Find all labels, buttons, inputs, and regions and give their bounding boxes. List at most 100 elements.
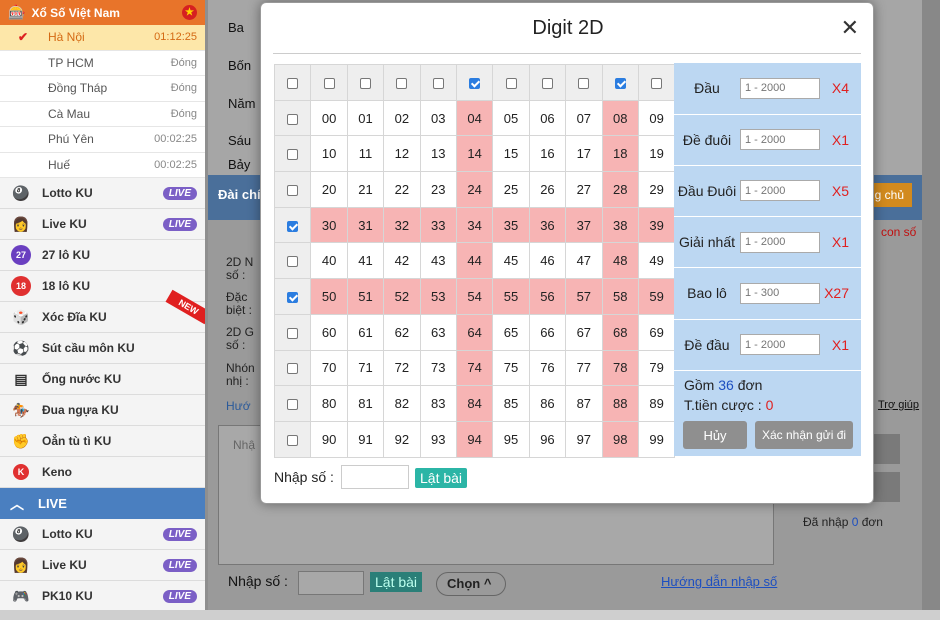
number-cell[interactable]: 50 — [310, 278, 348, 315]
sidebar-game-item[interactable]: 27 27 lô KU — [0, 240, 205, 271]
column-checkbox[interactable] — [323, 77, 335, 89]
row-checkbox-cell[interactable] — [273, 278, 312, 315]
bet-amount-input[interactable] — [740, 334, 820, 356]
number-cell[interactable]: 58 — [601, 278, 639, 315]
number-cell[interactable]: 48 — [601, 242, 639, 280]
sidebar-game-item[interactable]: 👩 Live KU LIVE — [0, 550, 205, 581]
number-cell[interactable]: 92 — [383, 420, 421, 458]
number-cell[interactable]: 47 — [565, 242, 603, 280]
number-cell[interactable]: 82 — [383, 385, 421, 422]
number-cell[interactable]: 70 — [310, 349, 348, 387]
column-checkbox-cell[interactable] — [455, 64, 494, 101]
column-checkbox-cell[interactable] — [601, 64, 639, 101]
sidebar-game-item[interactable]: 🏇 Đua ngựa KU — [0, 395, 205, 426]
region-item[interactable]: Đồng Tháp Đóng — [0, 76, 205, 102]
column-checkbox-cell[interactable] — [637, 64, 676, 101]
number-cell[interactable]: 93 — [419, 420, 457, 458]
number-cell[interactable]: 59 — [637, 278, 676, 315]
number-cell[interactable]: 15 — [492, 135, 530, 173]
main-flip-button[interactable]: Lật bài — [370, 572, 423, 592]
row-checkbox-cell[interactable] — [273, 313, 312, 351]
region-item[interactable]: Huế 00:02:25 — [0, 152, 205, 178]
column-checkbox-cell[interactable] — [383, 64, 421, 101]
choose-button[interactable]: Chọn ^ — [436, 572, 506, 596]
row-checkbox-cell[interactable] — [273, 171, 312, 208]
close-icon[interactable]: ✕ — [841, 15, 859, 41]
sidebar-game-item[interactable]: 🎲 Xóc Đĩa KU NEW — [0, 289, 205, 333]
sidebar-game-item[interactable]: 👩 Live KU LIVE — [0, 209, 205, 240]
number-cell[interactable]: 89 — [637, 385, 676, 422]
number-cell[interactable]: 12 — [383, 135, 421, 173]
number-cell[interactable]: 23 — [419, 171, 457, 208]
number-cell[interactable]: 56 — [528, 278, 567, 315]
number-cell[interactable]: 41 — [346, 242, 385, 280]
number-cell[interactable]: 87 — [565, 385, 603, 422]
region-item[interactable]: Cà Mau Đóng — [0, 101, 205, 127]
number-cell[interactable]: 39 — [637, 206, 676, 244]
row-checkbox-cell[interactable] — [273, 385, 312, 422]
bet-amount-input[interactable] — [740, 77, 820, 99]
number-cell[interactable]: 05 — [492, 99, 530, 137]
live-section-header[interactable]: ︿ LIVE — [0, 488, 205, 519]
number-cell[interactable]: 06 — [528, 99, 567, 137]
number-cell[interactable]: 51 — [346, 278, 385, 315]
dialog-flip-button[interactable]: Lật bài — [415, 468, 468, 488]
number-cell[interactable]: 08 — [601, 99, 639, 137]
column-checkbox-cell[interactable] — [273, 64, 312, 101]
row-checkbox[interactable] — [287, 327, 299, 339]
column-checkbox-cell[interactable] — [310, 64, 348, 101]
bet-amount-input[interactable] — [740, 180, 820, 202]
row-checkbox[interactable] — [287, 363, 299, 375]
number-cell[interactable]: 44 — [455, 242, 494, 280]
row-checkbox-cell[interactable] — [273, 135, 312, 173]
row-checkbox-cell[interactable] — [273, 99, 312, 137]
horizontal-scrollbar[interactable] — [0, 610, 940, 620]
number-cell[interactable]: 25 — [492, 171, 530, 208]
number-cell[interactable]: 65 — [492, 313, 530, 351]
number-cell[interactable]: 94 — [455, 420, 494, 458]
column-checkbox-cell[interactable] — [565, 64, 603, 101]
number-cell[interactable]: 68 — [601, 313, 639, 351]
number-cell[interactable]: 73 — [419, 349, 457, 387]
number-cell[interactable]: 10 — [310, 135, 348, 173]
number-cell[interactable]: 30 — [310, 206, 348, 244]
sidebar-game-item[interactable]: 🎱 Lotto KU LIVE — [0, 519, 205, 550]
number-cell[interactable]: 84 — [455, 385, 494, 422]
column-checkbox[interactable] — [396, 77, 408, 89]
number-cell[interactable]: 85 — [492, 385, 530, 422]
number-cell[interactable]: 11 — [346, 135, 385, 173]
number-cell[interactable]: 33 — [419, 206, 457, 244]
column-checkbox[interactable] — [505, 77, 517, 89]
confirm-send-button[interactable]: Xác nhận gửi đi — [755, 421, 853, 449]
number-cell[interactable]: 60 — [310, 313, 348, 351]
input-guide-link[interactable]: Hướng dẫn nhập số — [661, 574, 777, 589]
row-checkbox[interactable] — [287, 399, 299, 411]
number-cell[interactable]: 97 — [565, 420, 603, 458]
number-cell[interactable]: 72 — [383, 349, 421, 387]
number-cell[interactable]: 29 — [637, 171, 676, 208]
number-cell[interactable]: 24 — [455, 171, 494, 208]
number-cell[interactable]: 36 — [528, 206, 567, 244]
number-cell[interactable]: 00 — [310, 99, 348, 137]
number-cell[interactable]: 09 — [637, 99, 676, 137]
guide-link-partial[interactable]: Hướ — [226, 400, 251, 413]
number-cell[interactable]: 49 — [637, 242, 676, 280]
number-cell[interactable]: 53 — [419, 278, 457, 315]
number-cell[interactable]: 62 — [383, 313, 421, 351]
number-cell[interactable]: 22 — [383, 171, 421, 208]
bet-amount-input[interactable] — [740, 282, 820, 304]
number-cell[interactable]: 52 — [383, 278, 421, 315]
number-cell[interactable]: 95 — [492, 420, 530, 458]
number-cell[interactable]: 42 — [383, 242, 421, 280]
number-cell[interactable]: 77 — [565, 349, 603, 387]
sidebar-game-item[interactable]: 🎮 PK10 KU LIVE — [0, 581, 205, 610]
region-item[interactable]: ✔ Hà Nội 01:12:25 — [0, 25, 205, 51]
sidebar-game-item[interactable]: K Keno — [0, 457, 205, 488]
number-cell[interactable]: 01 — [346, 99, 385, 137]
row-checkbox-cell[interactable] — [273, 420, 312, 458]
cancel-button[interactable]: Hủy — [683, 421, 747, 449]
number-cell[interactable]: 98 — [601, 420, 639, 458]
number-cell[interactable]: 86 — [528, 385, 567, 422]
region-item[interactable]: TP HCM Đóng — [0, 50, 205, 76]
number-cell[interactable]: 20 — [310, 171, 348, 208]
